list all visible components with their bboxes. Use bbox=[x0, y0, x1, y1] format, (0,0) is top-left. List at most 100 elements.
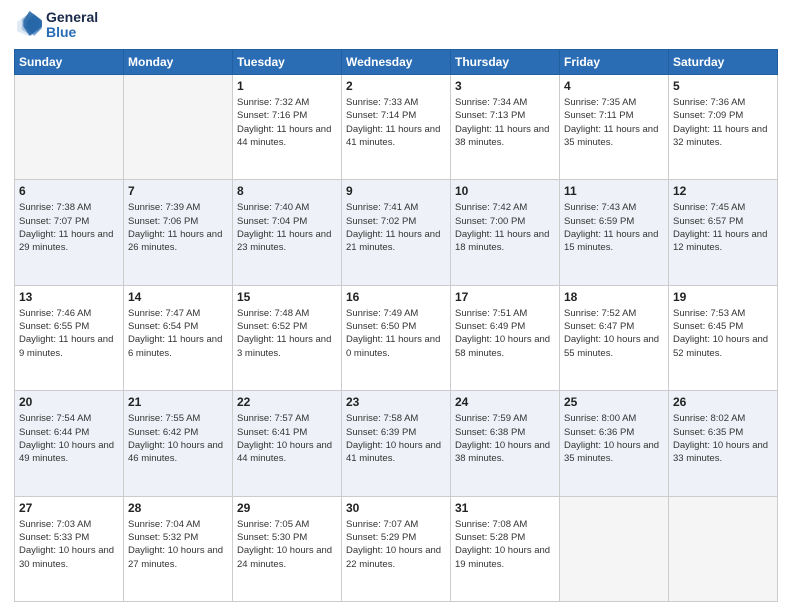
day-number: 19 bbox=[673, 289, 773, 305]
day-number: 4 bbox=[564, 78, 664, 94]
day-number: 30 bbox=[346, 500, 446, 516]
day-info: Sunrise: 7:45 AMSunset: 6:57 PMDaylight:… bbox=[673, 201, 773, 254]
day-number: 11 bbox=[564, 183, 664, 199]
weekday-header-thursday: Thursday bbox=[451, 49, 560, 74]
calendar-cell: 9 Sunrise: 7:41 AMSunset: 7:02 PMDaylight… bbox=[342, 180, 451, 285]
day-number: 24 bbox=[455, 394, 555, 410]
calendar-cell bbox=[15, 74, 124, 179]
day-number: 18 bbox=[564, 289, 664, 305]
calendar-cell bbox=[124, 74, 233, 179]
day-info: Sunrise: 7:55 AMSunset: 6:42 PMDaylight:… bbox=[128, 412, 228, 465]
day-info: Sunrise: 7:38 AMSunset: 7:07 PMDaylight:… bbox=[19, 201, 119, 254]
calendar-cell: 1 Sunrise: 7:32 AMSunset: 7:16 PMDaylight… bbox=[233, 74, 342, 179]
logo-text: General Blue bbox=[46, 10, 98, 41]
day-info: Sunrise: 7:51 AMSunset: 6:49 PMDaylight:… bbox=[455, 307, 555, 360]
calendar-cell: 4 Sunrise: 7:35 AMSunset: 7:11 PMDaylight… bbox=[560, 74, 669, 179]
day-info: Sunrise: 7:58 AMSunset: 6:39 PMDaylight:… bbox=[346, 412, 446, 465]
calendar-cell: 12 Sunrise: 7:45 AMSunset: 6:57 PMDayligh… bbox=[669, 180, 778, 285]
weekday-header-friday: Friday bbox=[560, 49, 669, 74]
calendar-cell: 13Sunrise: 7:46 AMSunset: 6:55 PMDayligh… bbox=[15, 285, 124, 390]
day-number: 17 bbox=[455, 289, 555, 305]
calendar-cell: 29 Sunrise: 7:05 AMSunset: 5:30 PMDayligh… bbox=[233, 496, 342, 601]
day-number: 27 bbox=[19, 500, 119, 516]
day-info: Sunrise: 7:57 AMSunset: 6:41 PMDaylight:… bbox=[237, 412, 337, 465]
day-number: 3 bbox=[455, 78, 555, 94]
day-number: 5 bbox=[673, 78, 773, 94]
day-number: 14 bbox=[128, 289, 228, 305]
week-row-3: 13Sunrise: 7:46 AMSunset: 6:55 PMDayligh… bbox=[15, 285, 778, 390]
header: General Blue bbox=[14, 10, 778, 41]
day-info: Sunrise: 7:42 AMSunset: 7:00 PMDaylight:… bbox=[455, 201, 555, 254]
calendar-cell: 17 Sunrise: 7:51 AMSunset: 6:49 PMDayligh… bbox=[451, 285, 560, 390]
day-info: Sunrise: 7:04 AMSunset: 5:32 PMDaylight:… bbox=[128, 518, 228, 571]
page: General Blue SundayMondayTuesdayWednesda… bbox=[0, 0, 792, 612]
day-number: 31 bbox=[455, 500, 555, 516]
day-number: 28 bbox=[128, 500, 228, 516]
day-number: 6 bbox=[19, 183, 119, 199]
day-number: 25 bbox=[564, 394, 664, 410]
weekday-header-tuesday: Tuesday bbox=[233, 49, 342, 74]
day-info: Sunrise: 7:54 AMSunset: 6:44 PMDaylight:… bbox=[19, 412, 119, 465]
calendar-cell: 19 Sunrise: 7:53 AMSunset: 6:45 PMDayligh… bbox=[669, 285, 778, 390]
calendar-cell: 22 Sunrise: 7:57 AMSunset: 6:41 PMDayligh… bbox=[233, 391, 342, 496]
calendar-cell: 18 Sunrise: 7:52 AMSunset: 6:47 PMDayligh… bbox=[560, 285, 669, 390]
weekday-header-row: SundayMondayTuesdayWednesdayThursdayFrid… bbox=[15, 49, 778, 74]
day-number: 2 bbox=[346, 78, 446, 94]
day-info: Sunrise: 7:47 AMSunset: 6:54 PMDaylight:… bbox=[128, 307, 228, 360]
calendar-cell bbox=[560, 496, 669, 601]
calendar-cell: 31 Sunrise: 7:08 AMSunset: 5:28 PMDayligh… bbox=[451, 496, 560, 601]
week-row-4: 20 Sunrise: 7:54 AMSunset: 6:44 PMDayligh… bbox=[15, 391, 778, 496]
day-info: Sunrise: 7:59 AMSunset: 6:38 PMDaylight:… bbox=[455, 412, 555, 465]
calendar-cell: 14 Sunrise: 7:47 AMSunset: 6:54 PMDayligh… bbox=[124, 285, 233, 390]
calendar-cell: 27Sunrise: 7:03 AMSunset: 5:33 PMDayligh… bbox=[15, 496, 124, 601]
week-row-1: 1 Sunrise: 7:32 AMSunset: 7:16 PMDaylight… bbox=[15, 74, 778, 179]
day-info: Sunrise: 7:36 AMSunset: 7:09 PMDaylight:… bbox=[673, 96, 773, 149]
day-number: 7 bbox=[128, 183, 228, 199]
calendar-cell: 15Sunrise: 7:48 AMSunset: 6:52 PMDayligh… bbox=[233, 285, 342, 390]
logo-icon bbox=[14, 11, 42, 39]
day-info: Sunrise: 7:49 AMSunset: 6:50 PMDaylight:… bbox=[346, 307, 446, 360]
day-number: 22 bbox=[237, 394, 337, 410]
day-number: 13 bbox=[19, 289, 119, 305]
day-info: Sunrise: 7:05 AMSunset: 5:30 PMDaylight:… bbox=[237, 518, 337, 571]
calendar-cell: 11Sunrise: 7:43 AMSunset: 6:59 PMDayligh… bbox=[560, 180, 669, 285]
calendar-cell: 21 Sunrise: 7:55 AMSunset: 6:42 PMDayligh… bbox=[124, 391, 233, 496]
day-number: 8 bbox=[237, 183, 337, 199]
calendar-cell: 6 Sunrise: 7:38 AMSunset: 7:07 PMDaylight… bbox=[15, 180, 124, 285]
day-number: 26 bbox=[673, 394, 773, 410]
calendar-cell: 3Sunrise: 7:34 AMSunset: 7:13 PMDaylight… bbox=[451, 74, 560, 179]
calendar-cell: 30 Sunrise: 7:07 AMSunset: 5:29 PMDayligh… bbox=[342, 496, 451, 601]
week-row-5: 27Sunrise: 7:03 AMSunset: 5:33 PMDayligh… bbox=[15, 496, 778, 601]
calendar-table: SundayMondayTuesdayWednesdayThursdayFrid… bbox=[14, 49, 778, 602]
day-number: 21 bbox=[128, 394, 228, 410]
day-info: Sunrise: 7:52 AMSunset: 6:47 PMDaylight:… bbox=[564, 307, 664, 360]
day-number: 29 bbox=[237, 500, 337, 516]
day-info: Sunrise: 7:41 AMSunset: 7:02 PMDaylight:… bbox=[346, 201, 446, 254]
day-info: Sunrise: 8:00 AMSunset: 6:36 PMDaylight:… bbox=[564, 412, 664, 465]
weekday-header-monday: Monday bbox=[124, 49, 233, 74]
logo: General Blue bbox=[14, 10, 98, 41]
day-number: 12 bbox=[673, 183, 773, 199]
calendar-cell: 8 Sunrise: 7:40 AMSunset: 7:04 PMDaylight… bbox=[233, 180, 342, 285]
day-info: Sunrise: 7:39 AMSunset: 7:06 PMDaylight:… bbox=[128, 201, 228, 254]
calendar-cell: 5 Sunrise: 7:36 AMSunset: 7:09 PMDaylight… bbox=[669, 74, 778, 179]
day-info: Sunrise: 7:40 AMSunset: 7:04 PMDaylight:… bbox=[237, 201, 337, 254]
day-number: 1 bbox=[237, 78, 337, 94]
calendar-cell: 2Sunrise: 7:33 AMSunset: 7:14 PMDaylight… bbox=[342, 74, 451, 179]
day-info: Sunrise: 7:07 AMSunset: 5:29 PMDaylight:… bbox=[346, 518, 446, 571]
day-info: Sunrise: 7:08 AMSunset: 5:28 PMDaylight:… bbox=[455, 518, 555, 571]
calendar-cell: 23 Sunrise: 7:58 AMSunset: 6:39 PMDayligh… bbox=[342, 391, 451, 496]
day-number: 23 bbox=[346, 394, 446, 410]
calendar-cell: 10 Sunrise: 7:42 AMSunset: 7:00 PMDayligh… bbox=[451, 180, 560, 285]
day-number: 9 bbox=[346, 183, 446, 199]
calendar-cell: 7 Sunrise: 7:39 AMSunset: 7:06 PMDaylight… bbox=[124, 180, 233, 285]
day-info: Sunrise: 7:32 AMSunset: 7:16 PMDaylight:… bbox=[237, 96, 337, 149]
day-number: 20 bbox=[19, 394, 119, 410]
day-number: 15 bbox=[237, 289, 337, 305]
calendar-cell: 16 Sunrise: 7:49 AMSunset: 6:50 PMDayligh… bbox=[342, 285, 451, 390]
day-number: 16 bbox=[346, 289, 446, 305]
day-info: Sunrise: 7:35 AMSunset: 7:11 PMDaylight:… bbox=[564, 96, 664, 149]
calendar-cell: 26Sunrise: 8:02 AMSunset: 6:35 PMDayligh… bbox=[669, 391, 778, 496]
day-number: 10 bbox=[455, 183, 555, 199]
day-info: Sunrise: 7:53 AMSunset: 6:45 PMDaylight:… bbox=[673, 307, 773, 360]
